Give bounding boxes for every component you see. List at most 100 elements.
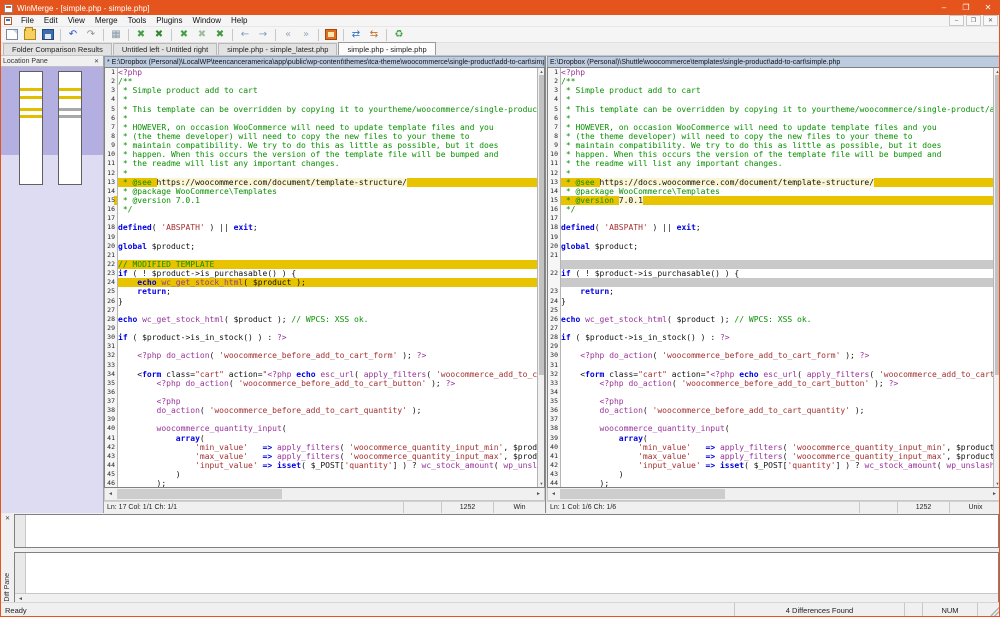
new-document-icon[interactable] xyxy=(3,27,21,42)
tab-3[interactable]: simple.php - simple_latest.php xyxy=(218,43,337,55)
open-icon xyxy=(24,29,36,40)
code-row: 33 xyxy=(105,361,537,370)
code-row: 19 xyxy=(105,233,537,242)
menu-view[interactable]: View xyxy=(63,15,90,27)
code-row: 1<?php xyxy=(548,68,993,77)
line-number: 28 xyxy=(105,315,118,324)
right-vertical-scrollbar[interactable]: ▲ ▼ xyxy=(993,68,1000,487)
scroll-right-icon[interactable]: ► xyxy=(533,489,544,499)
code-row: 19 xyxy=(548,233,993,242)
first-diff-icon[interactable]: ✖ xyxy=(175,27,193,42)
menu-merge[interactable]: Merge xyxy=(90,15,123,27)
code-row: 13 * @see https://docs.woocommerce.com/d… xyxy=(548,178,993,187)
refresh-icon[interactable]: ⇆ xyxy=(365,27,383,42)
copy-left-icon[interactable]: ← xyxy=(236,27,254,42)
diff-detail-right[interactable]: ◄ xyxy=(14,552,999,604)
code-line xyxy=(118,251,537,260)
view-change-pane-icon[interactable]: ▦ xyxy=(107,27,125,42)
line-number: 19 xyxy=(548,233,561,242)
resize-grip-icon[interactable] xyxy=(990,606,1000,616)
menu-file[interactable]: File xyxy=(16,15,39,27)
scroll-down-icon[interactable]: ▼ xyxy=(538,480,545,487)
scroll-left-icon[interactable]: ◄ xyxy=(105,489,116,499)
left-code-area[interactable]: 1<?php2/**3 * Simple product add to cart… xyxy=(105,68,537,487)
line-number: 45 xyxy=(105,470,118,479)
code-row: 30if ( $product->is_in_stock() ) : ?> xyxy=(105,333,537,342)
mdi-restore-button[interactable]: ❐ xyxy=(966,15,981,26)
line-number: 5 xyxy=(548,105,561,114)
code-line xyxy=(561,214,993,223)
left-vertical-scrollbar[interactable]: ▲ ▼ xyxy=(537,68,544,487)
maximize-button[interactable]: ❐ xyxy=(955,1,977,15)
code-line: * HOWEVER, on occasion WooCommerce will … xyxy=(118,123,537,132)
code-line xyxy=(561,306,993,315)
minimize-button[interactable]: – xyxy=(933,1,955,15)
location-pane-map[interactable] xyxy=(1,67,103,513)
scroll-up-icon[interactable]: ▲ xyxy=(994,68,1000,75)
code-row: 8 * (the theme developer) will need to c… xyxy=(105,132,537,141)
menu-edit[interactable]: Edit xyxy=(39,15,63,27)
left-file-bar[interactable] xyxy=(19,71,43,185)
prev-diff-icon: ✖ xyxy=(137,30,145,40)
diff-pane-close-icon[interactable]: ✕ xyxy=(2,514,13,524)
code-line: do_action( 'woocommerce_before_add_to_ca… xyxy=(561,406,993,415)
code-row: 35 <?php xyxy=(548,397,993,406)
left-horizontal-scrollbar[interactable]: ◄ ► xyxy=(104,488,545,501)
code-row: 29 xyxy=(105,324,537,333)
copy-left-advance-icon[interactable]: « xyxy=(279,27,297,42)
location-pane-close-icon[interactable]: ✕ xyxy=(92,58,101,65)
code-line: woocommerce_quantity_input( xyxy=(561,424,993,433)
current-diff-icon[interactable]: ✖ xyxy=(193,27,211,42)
redo-icon[interactable]: ↷ xyxy=(82,27,100,42)
code-row: 25 xyxy=(548,306,993,315)
code-row: 29 xyxy=(548,342,993,351)
menu-window[interactable]: Window xyxy=(188,15,226,27)
menu-tools[interactable]: Tools xyxy=(123,15,152,27)
difference-marker xyxy=(20,115,42,118)
code-row: 14 * @package WooCommerce\Templates xyxy=(105,187,537,196)
auto-merge-icon: ⇄ xyxy=(352,30,360,40)
plugins-icon[interactable]: ♻ xyxy=(390,27,408,42)
menu-help[interactable]: Help xyxy=(226,15,252,27)
right-code-area[interactable]: 1<?php2/**3 * Simple product add to cart… xyxy=(548,68,993,487)
code-line: global $product; xyxy=(118,242,537,251)
menu-plugins[interactable]: Plugins xyxy=(151,15,187,27)
undo-icon[interactable]: ↶ xyxy=(64,27,82,42)
code-line xyxy=(561,233,993,242)
scroll-down-icon[interactable]: ▼ xyxy=(994,480,1000,487)
line-number: 40 xyxy=(548,443,561,452)
scroll-right-icon[interactable]: ► xyxy=(989,489,1000,499)
next-diff-icon[interactable]: ✖ xyxy=(150,27,168,42)
tab-1[interactable]: Folder Comparison Results xyxy=(3,43,112,55)
scroll-left-icon[interactable]: ◄ xyxy=(548,489,559,499)
auto-merge-icon[interactable]: ⇄ xyxy=(347,27,365,42)
copy-right-icon[interactable]: → xyxy=(254,27,272,42)
code-line: echo wc_get_stock_html( $product ); xyxy=(118,278,537,287)
last-diff-icon[interactable]: ✖ xyxy=(211,27,229,42)
right-horizontal-scrollbar[interactable]: ◄ ► xyxy=(547,488,1000,501)
right-cursor-position: Ln: 1 Col: 1/6 Ch: 1/6 xyxy=(547,504,859,511)
winmerge-window: WinMerge - [simple.php - simple.php] – ❐… xyxy=(0,0,1000,617)
code-line: * @version 7.0.1 xyxy=(561,196,993,205)
copy-right-icon: → xyxy=(259,30,267,40)
open-icon[interactable] xyxy=(21,27,39,42)
options-icon[interactable] xyxy=(322,27,340,42)
right-file-bar[interactable] xyxy=(58,71,82,185)
close-button[interactable]: ✕ xyxy=(977,1,999,15)
tab-4[interactable]: simple.php - simple.php xyxy=(338,42,435,55)
code-row: 20global $product; xyxy=(105,242,537,251)
line-number xyxy=(548,260,561,269)
ghost-row xyxy=(548,260,993,269)
diff-detail-left[interactable] xyxy=(14,514,999,548)
mdi-close-button[interactable]: ✕ xyxy=(983,15,998,26)
code-line: 'max_value' => apply_filters( 'woocommer… xyxy=(118,452,537,461)
prev-diff-icon[interactable]: ✖ xyxy=(132,27,150,42)
mdi-minimize-button[interactable]: – xyxy=(949,15,964,26)
difference-marker xyxy=(20,88,42,91)
copy-right-advance-icon[interactable]: » xyxy=(297,27,315,42)
undo-icon: ↶ xyxy=(69,30,77,40)
tab-2[interactable]: Untitled left - Untitled right xyxy=(113,43,217,55)
scroll-up-icon[interactable]: ▲ xyxy=(538,68,545,75)
line-number: 6 xyxy=(105,114,118,123)
save-icon[interactable] xyxy=(39,27,57,42)
